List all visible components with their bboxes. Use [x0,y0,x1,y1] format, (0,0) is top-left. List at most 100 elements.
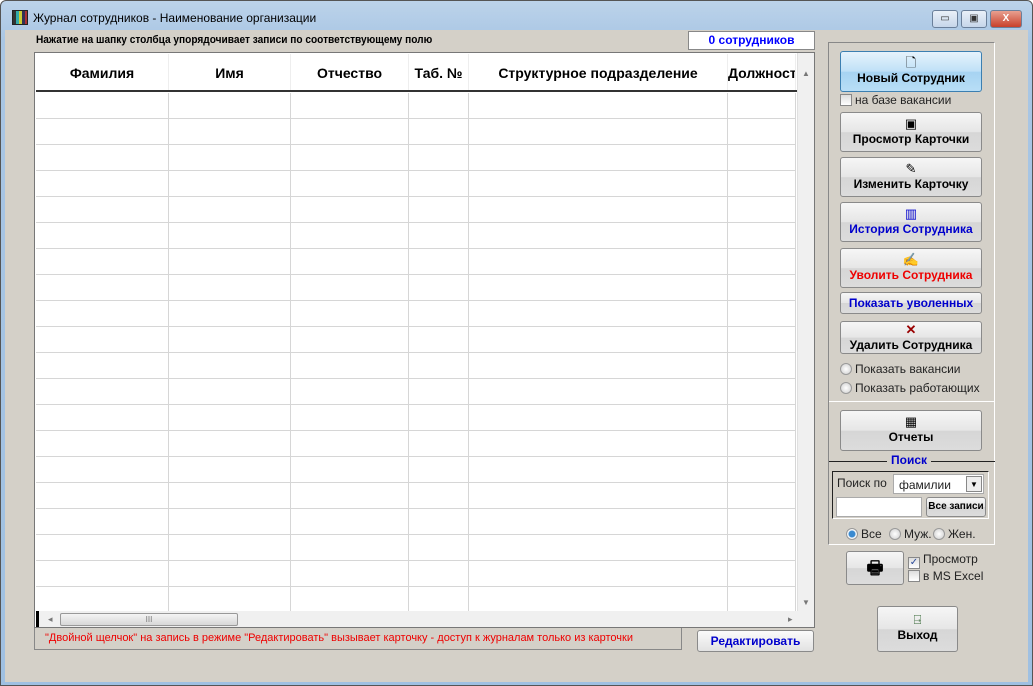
show-vacancies-radio[interactable]: Показать вакансии [840,362,960,376]
table-cell[interactable] [409,405,469,430]
table-cell[interactable] [409,509,469,534]
table-cell[interactable] [728,171,796,196]
table-cell[interactable] [469,535,728,560]
dismiss-employee-button[interactable]: ✍ Уволить Сотрудника [840,248,982,288]
table-cell[interactable] [291,379,409,404]
table-row[interactable] [36,145,796,171]
table-cell[interactable] [728,93,796,118]
table-cell[interactable] [36,301,169,326]
table-row[interactable] [36,119,796,145]
table-cell[interactable] [469,327,728,352]
table-cell[interactable] [169,535,291,560]
gender-female-radio[interactable]: Жен. [933,527,976,541]
table-cell[interactable] [36,587,169,612]
employee-history-button[interactable]: ▥ История Сотрудника [840,202,982,242]
table-row[interactable] [36,171,796,197]
table-cell[interactable] [409,535,469,560]
table-cell[interactable] [169,93,291,118]
table-row[interactable] [36,197,796,223]
table-cell[interactable] [409,327,469,352]
column-header[interactable]: Структурное подразделение [469,54,728,90]
table-cell[interactable] [728,561,796,586]
table-cell[interactable] [469,483,728,508]
table-cell[interactable] [469,301,728,326]
table-cell[interactable] [291,431,409,456]
table-cell[interactable] [409,249,469,274]
table-row[interactable] [36,509,796,535]
table-cell[interactable] [409,561,469,586]
table-cell[interactable] [36,327,169,352]
table-cell[interactable] [169,353,291,378]
table-cell[interactable] [169,171,291,196]
table-cell[interactable] [169,249,291,274]
table-cell[interactable] [36,275,169,300]
table-cell[interactable] [36,197,169,222]
table-cell[interactable] [291,509,409,534]
scroll-right-icon[interactable]: ▸ [788,614,793,625]
new-employee-button[interactable]: 🗋 Новый Сотрудник [840,51,982,92]
table-cell[interactable] [728,379,796,404]
table-cell[interactable] [469,171,728,196]
table-cell[interactable] [469,223,728,248]
search-field-select[interactable]: фамилии ▼ [893,474,984,494]
table-cell[interactable] [728,249,796,274]
table-cell[interactable] [409,379,469,404]
table-cell[interactable] [36,431,169,456]
table-row[interactable] [36,379,796,405]
search-input[interactable] [836,497,922,517]
table-cell[interactable] [36,535,169,560]
table-cell[interactable] [469,119,728,144]
table-cell[interactable] [169,509,291,534]
table-cell[interactable] [291,119,409,144]
table-cell[interactable] [469,145,728,170]
maximize-button[interactable]: ▣ [961,10,987,28]
table-cell[interactable] [36,483,169,508]
table-row[interactable] [36,301,796,327]
table-cell[interactable] [469,353,728,378]
table-row[interactable] [36,405,796,431]
table-cell[interactable] [291,249,409,274]
table-cell[interactable] [409,145,469,170]
table-cell[interactable] [169,119,291,144]
table-cell[interactable] [36,405,169,430]
table-cell[interactable] [469,379,728,404]
table-cell[interactable] [36,249,169,274]
table-cell[interactable] [36,379,169,404]
column-header[interactable]: Отчество [291,54,409,90]
table-cell[interactable] [36,171,169,196]
table-cell[interactable] [469,93,728,118]
print-button[interactable]: 🖶 [846,551,904,585]
table-cell[interactable] [728,145,796,170]
table-row[interactable] [36,587,796,613]
gender-male-radio[interactable]: Муж. [889,527,932,541]
table-cell[interactable] [728,119,796,144]
table-cell[interactable] [728,353,796,378]
table-row[interactable] [36,561,796,587]
table-row[interactable] [36,223,796,249]
table-cell[interactable] [169,327,291,352]
table-cell[interactable] [169,223,291,248]
scroll-thumb[interactable]: III [60,613,238,626]
table-cell[interactable] [469,405,728,430]
excel-checkbox[interactable]: в MS Excel [908,569,983,583]
show-dismissed-button[interactable]: Показать уволенных [840,292,982,314]
table-cell[interactable] [728,509,796,534]
table-cell[interactable] [169,301,291,326]
table-cell[interactable] [36,509,169,534]
table-cell[interactable] [169,275,291,300]
column-header[interactable]: Фамилия [36,54,169,90]
edit-card-button[interactable]: ✎ Изменить Карточку [840,157,982,197]
on-vacancy-checkbox[interactable]: на базе вакансии [840,93,951,107]
table-cell[interactable] [291,171,409,196]
table-row[interactable] [36,275,796,301]
table-cell[interactable] [728,457,796,482]
column-header[interactable]: Таб. № [409,54,469,90]
table-cell[interactable] [728,223,796,248]
table-cell[interactable] [169,483,291,508]
table-row[interactable] [36,353,796,379]
table-cell[interactable] [291,457,409,482]
scroll-left-icon[interactable]: ◂ [48,614,53,625]
table-row[interactable] [36,93,796,119]
table-cell[interactable] [409,119,469,144]
table-cell[interactable] [469,431,728,456]
